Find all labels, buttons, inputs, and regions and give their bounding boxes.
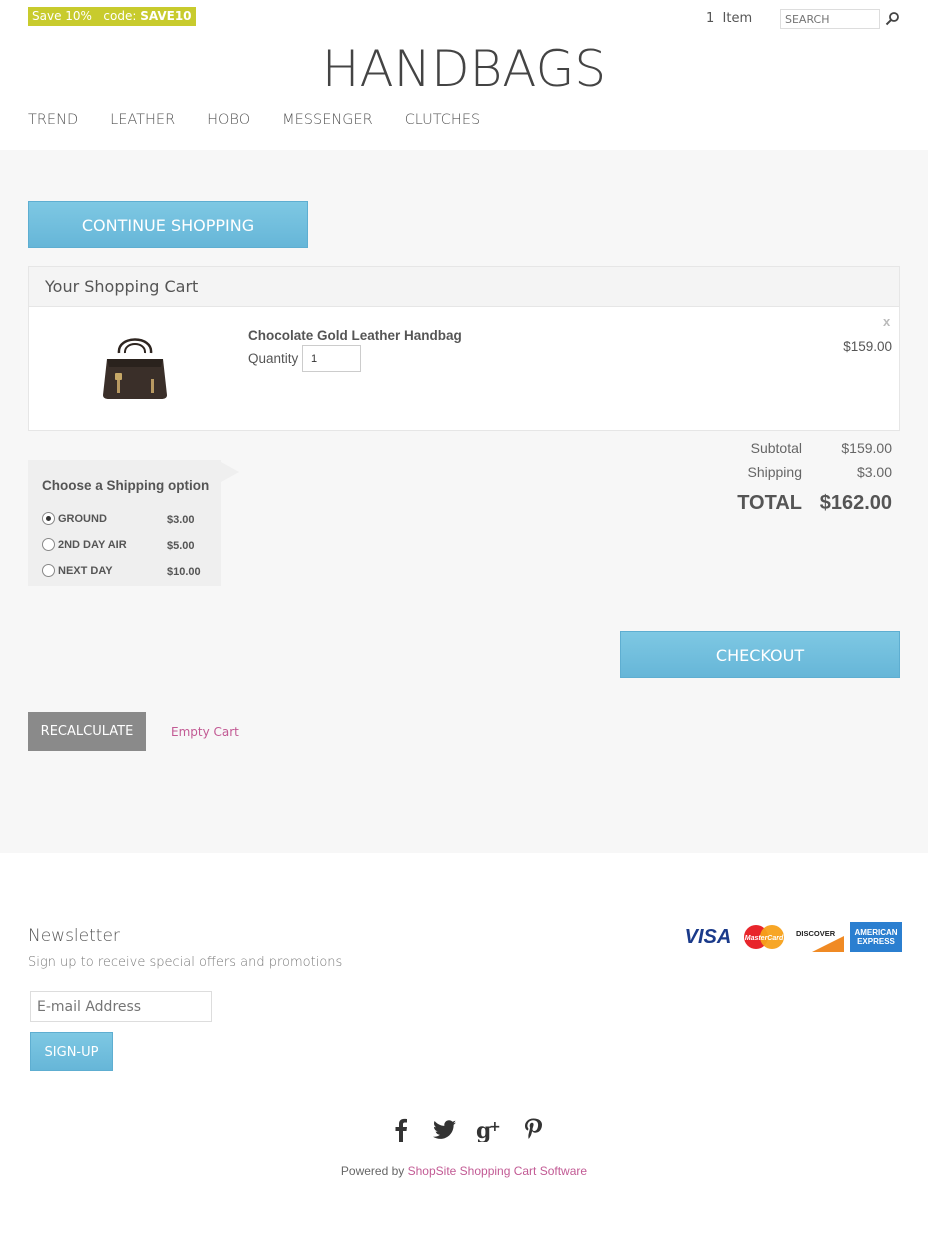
amex-text-line2: EXPRESS xyxy=(857,937,895,946)
main-nav: TREND LEATHER HOBO MESSENGER CLUTCHES xyxy=(28,112,512,128)
item-name[interactable]: Chocolate Gold Leather Handbag xyxy=(248,328,462,343)
newsletter-title: Newsletter xyxy=(28,926,120,946)
shipping-option-price: $10.00 xyxy=(167,566,201,578)
shipping-label: Shipping xyxy=(747,464,803,480)
google-plus-icon[interactable]: g + xyxy=(474,1116,504,1144)
social-links: g + xyxy=(386,1116,548,1144)
shopsite-link[interactable]: ShopSite Shopping Cart Software xyxy=(408,1164,587,1178)
cart-count-link[interactable]: 1 Item xyxy=(706,11,752,26)
shipping-option-price: $5.00 xyxy=(167,540,195,552)
powered-by: Powered by ShopSite Shopping Cart Softwa… xyxy=(0,1164,928,1178)
powered-prefix: Powered by xyxy=(340,1164,405,1178)
promo-banner: Save 10% code: SAVE10 xyxy=(28,7,196,26)
quantity-label: Quantity xyxy=(248,351,299,366)
svg-text:+: + xyxy=(489,1119,501,1135)
shipping-options-title: Choose a Shipping option xyxy=(42,478,210,493)
cart-count-number: 1 xyxy=(706,11,715,26)
twitter-icon[interactable] xyxy=(430,1116,460,1144)
shipping-option-label: 2ND DAY AIR xyxy=(58,538,127,551)
mastercard-icon: MasterCard xyxy=(744,925,784,949)
promo-text: Save 10% xyxy=(32,9,92,23)
discover-icon: DISCOVER xyxy=(794,922,844,952)
recalculate-button[interactable]: RECALCULATE xyxy=(28,712,146,751)
item-price: $159.00 xyxy=(843,339,892,354)
promo-code-label: code: xyxy=(103,9,137,23)
site-logo[interactable]: HANDBAGS xyxy=(0,40,928,98)
pinterest-icon[interactable] xyxy=(518,1116,548,1144)
radio-ground[interactable] xyxy=(42,512,55,525)
checkout-button[interactable]: CHECKOUT xyxy=(620,631,900,678)
shipping-options-box: Choose a Shipping option GROUND $3.00 2N… xyxy=(28,460,221,586)
newsletter-subtitle: Sign up to receive special offers and pr… xyxy=(28,955,343,970)
continue-shopping-button[interactable]: CONTINUE SHOPPING xyxy=(28,201,308,248)
total-value: $162.00 xyxy=(819,492,892,514)
mastercard-text: MasterCard xyxy=(745,935,784,942)
search-icon[interactable] xyxy=(884,11,900,27)
shipping-option-price: $3.00 xyxy=(167,514,195,526)
cart-totals: Subtotal $159.00 Shipping $3.00 TOTAL $1… xyxy=(692,440,892,524)
discover-text: DISCOVER xyxy=(796,929,836,938)
nav-item-messenger[interactable]: MESSENGER xyxy=(282,112,373,128)
subtotal-value: $159.00 xyxy=(841,440,892,456)
subtotal-label: Subtotal xyxy=(750,440,802,456)
quantity-input[interactable] xyxy=(302,345,361,372)
nav-item-clutches[interactable]: CLUTCHES xyxy=(405,112,481,128)
shipping-option-2nd-day-air[interactable]: 2ND DAY AIR xyxy=(42,538,127,551)
cart-panel: Your Shopping Cart Chocolate Gold Leathe… xyxy=(28,266,900,431)
shipping-option-next-day[interactable]: NEXT DAY xyxy=(42,564,113,577)
email-field[interactable] xyxy=(30,991,212,1022)
total-label: TOTAL xyxy=(737,492,802,514)
shipping-option-label: GROUND xyxy=(58,512,107,525)
cart-title: Your Shopping Cart xyxy=(29,267,899,307)
promo-code: SAVE10 xyxy=(140,9,192,23)
payment-cards: VISA MasterCard DISCOVER AMERICAN EXPRESS xyxy=(682,922,908,952)
amex-text-line1: AMERICAN xyxy=(854,928,898,937)
empty-cart-link[interactable]: Empty Cart xyxy=(171,725,239,739)
cart-count-label: Item xyxy=(722,11,753,26)
radio-2nd-day-air[interactable] xyxy=(42,538,55,551)
amex-icon: AMERICAN EXPRESS xyxy=(850,922,902,952)
nav-item-leather[interactable]: LEATHER xyxy=(110,112,175,128)
product-image[interactable] xyxy=(97,329,173,403)
nav-item-trend[interactable]: TREND xyxy=(28,112,78,128)
shipping-box-pointer xyxy=(221,462,239,482)
signup-button[interactable]: SIGN-UP xyxy=(30,1032,113,1071)
shipping-option-label: NEXT DAY xyxy=(58,564,113,577)
remove-item-button[interactable]: x xyxy=(883,314,890,329)
facebook-icon[interactable] xyxy=(386,1116,416,1144)
cart-section: CONTINUE SHOPPING Your Shopping Cart Cho… xyxy=(0,150,928,853)
search-input[interactable] xyxy=(780,9,880,29)
nav-item-hobo[interactable]: HOBO xyxy=(207,112,250,128)
shipping-value: $3.00 xyxy=(856,464,892,480)
shipping-option-ground[interactable]: GROUND xyxy=(42,512,107,525)
radio-next-day[interactable] xyxy=(42,564,55,577)
visa-icon: VISA xyxy=(684,925,732,948)
